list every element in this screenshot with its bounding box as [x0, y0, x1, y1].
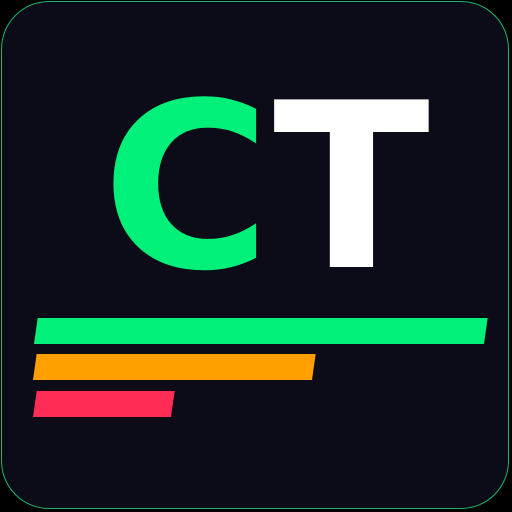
- logo-bars: [2, 2, 508, 508]
- logo-bar-green: [34, 318, 488, 344]
- app-icon-tile: C T: [1, 1, 509, 509]
- logo-bar-red: [33, 391, 175, 417]
- logo-bar-orange: [33, 354, 316, 380]
